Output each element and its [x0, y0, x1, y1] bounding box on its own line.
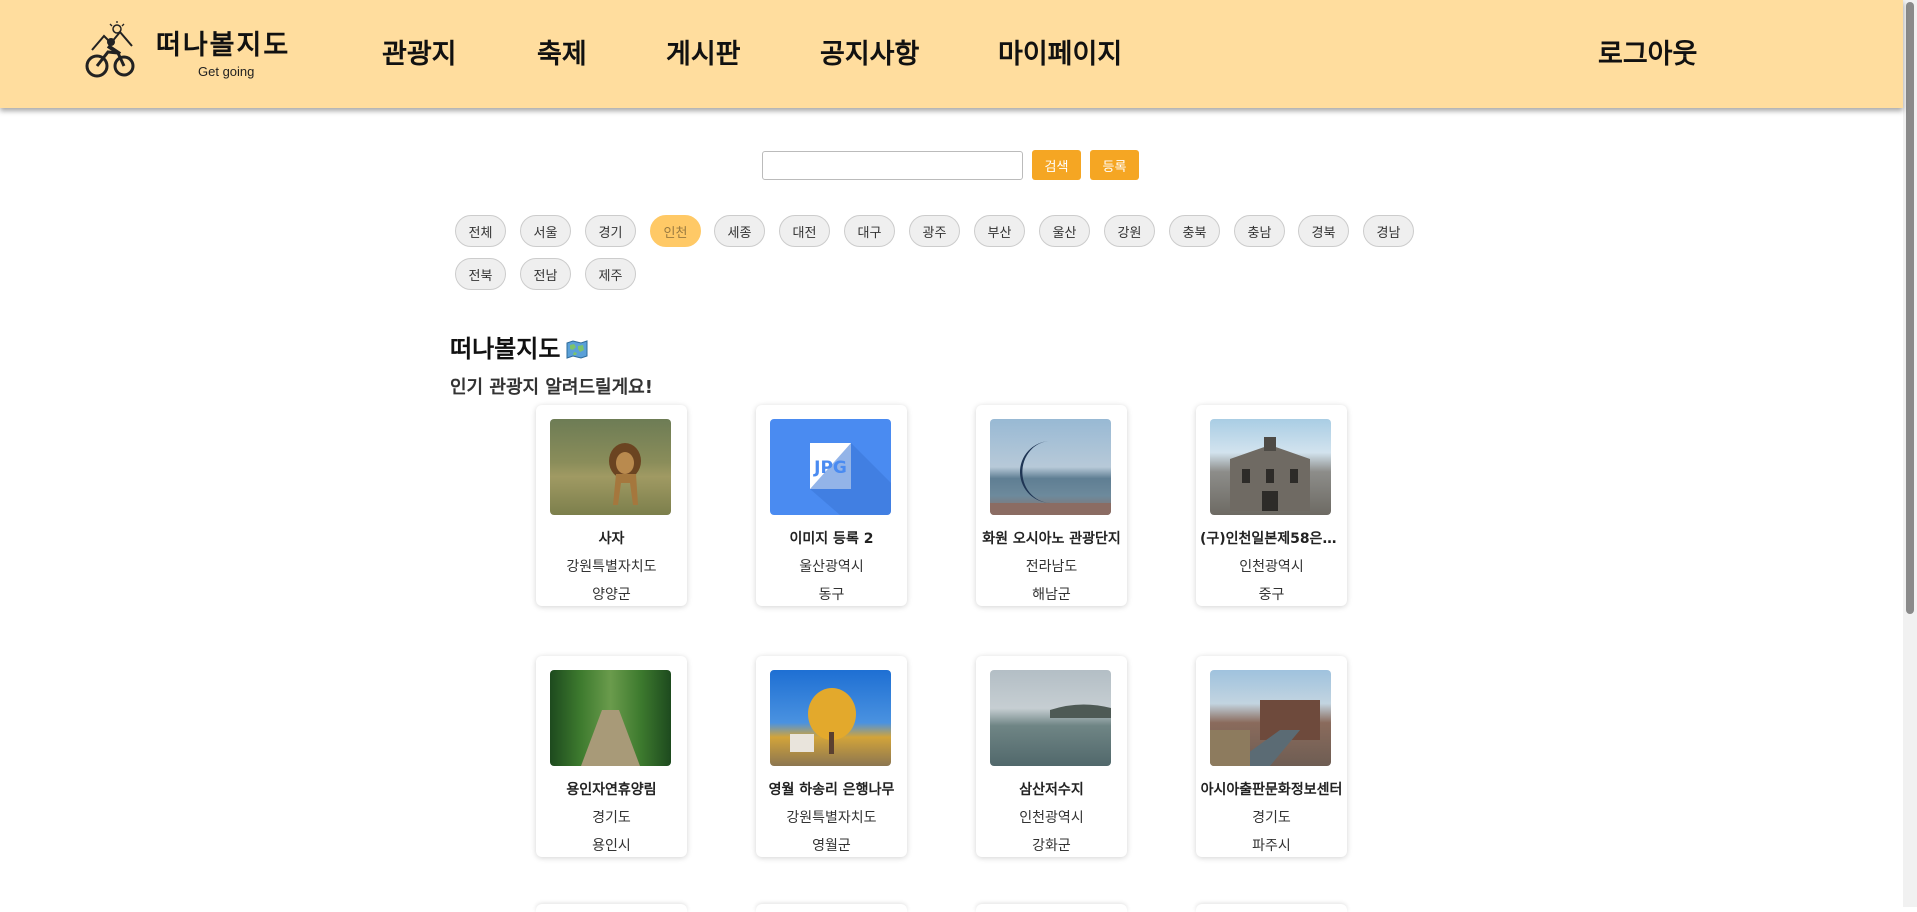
- region-chip-jeonnam[interactable]: 전남: [520, 258, 571, 290]
- card-name: 삼산저수지: [1019, 782, 1084, 798]
- nav-board[interactable]: 게시판: [666, 32, 741, 71]
- search-button[interactable]: 검색: [1032, 150, 1081, 180]
- attraction-card[interactable]: 사자 강원특별자치도 양양군: [536, 405, 687, 606]
- attraction-card[interactable]: 영월 하송리 은행나무 강원특별자치도 영월군: [756, 656, 907, 857]
- logo-text-group: 떠나볼지도 Get going: [156, 23, 290, 79]
- attraction-card[interactable]: (구)인천일본제58은행지점 인천광역시 중구: [1196, 405, 1347, 606]
- region-chip-gyeongnam[interactable]: 경남: [1363, 215, 1414, 247]
- region-chip-all[interactable]: 전체: [455, 215, 506, 247]
- region-chip-jeonbuk[interactable]: 전북: [455, 258, 506, 290]
- region-chip-ulsan[interactable]: 울산: [1039, 215, 1090, 247]
- card-district: 동구: [818, 587, 845, 603]
- top-header: 떠나볼지도 Get going 관광지 축제 게시판 공지사항 마이페이지 로그…: [0, 0, 1903, 108]
- card-name: 화원 오시아노 관광단지: [982, 531, 1121, 547]
- card-name: 이미지 등록 2: [789, 531, 874, 547]
- region-chip-busan[interactable]: 부산: [974, 215, 1025, 247]
- region-chip-gyeongbuk[interactable]: 경북: [1298, 215, 1349, 247]
- ginkgo-tree-photo: [770, 670, 891, 766]
- world-map-icon: [566, 337, 588, 359]
- region-chip-seoul[interactable]: 서울: [520, 215, 571, 247]
- region-chip-gangwon[interactable]: 강원: [1104, 215, 1155, 247]
- attraction-card-peek[interactable]: [536, 904, 687, 912]
- library-building-photo: [1210, 670, 1331, 766]
- site-logo[interactable]: 떠나볼지도 Get going: [84, 20, 294, 82]
- logo-title: 떠나볼지도: [156, 30, 291, 61]
- card-region: 전라남도: [1025, 559, 1078, 575]
- region-chip-sejong[interactable]: 세종: [714, 215, 765, 247]
- region-chip-daegu[interactable]: 대구: [844, 215, 895, 247]
- attraction-card[interactable]: 삼산저수지 인천광역시 강화군: [976, 656, 1127, 857]
- forest-path-photo: [550, 670, 671, 766]
- card-district: 용인시: [592, 838, 631, 854]
- card-region: 울산광역시: [799, 559, 864, 575]
- attraction-card[interactable]: 아시아출판문화정보센터 경기도 파주시: [1196, 656, 1347, 857]
- svg-text:JPG: JPG: [813, 458, 847, 478]
- region-chip-daejeon[interactable]: 대전: [779, 215, 830, 247]
- region-chip-chungnam[interactable]: 충남: [1234, 215, 1285, 247]
- card-region: 인천광역시: [1239, 559, 1304, 575]
- attraction-card[interactable]: 화원 오시아노 관광단지 전라남도 해남군: [976, 405, 1127, 606]
- region-chip-gyeonggi[interactable]: 경기: [585, 215, 636, 247]
- historic-building-photo: [1210, 419, 1331, 515]
- card-region: 강원특별자치도: [786, 810, 877, 826]
- region-chip-gwangju[interactable]: 광주: [909, 215, 960, 247]
- lake-photo: [990, 670, 1111, 766]
- card-region: 경기도: [592, 810, 631, 826]
- card-name: 용인자연휴양림: [566, 782, 657, 798]
- region-chip-incheon[interactable]: 인천: [650, 215, 701, 247]
- attraction-card[interactable]: 용인자연휴양림 경기도 용인시: [536, 656, 687, 857]
- page-subtitle: 인기 관광지 알려드릴게요!: [450, 377, 653, 398]
- logo-subtitle: Get going: [198, 64, 255, 79]
- card-district: 강화군: [1032, 838, 1071, 854]
- nav-attractions[interactable]: 관광지: [382, 32, 457, 71]
- nav-mypage[interactable]: 마이페이지: [998, 32, 1122, 71]
- card-name: 아시아출판문화정보센터: [1200, 782, 1343, 798]
- register-button[interactable]: 등록: [1090, 150, 1139, 180]
- cyclist-logo-icon: [85, 21, 135, 78]
- moon-sculpture-photo: [990, 419, 1111, 515]
- nav-notices[interactable]: 공지사항: [820, 32, 919, 71]
- search-input[interactable]: [762, 150, 1023, 180]
- attraction-card-peek[interactable]: [1196, 904, 1347, 912]
- nav-festivals[interactable]: 축제: [537, 32, 587, 71]
- jpg-file-icon: JPG: [770, 419, 891, 515]
- card-district: 중구: [1258, 587, 1285, 603]
- region-chip-jeju[interactable]: 제주: [585, 258, 636, 290]
- scrollbar-thumb[interactable]: [1906, 2, 1914, 614]
- vertical-scrollbar[interactable]: [1903, 0, 1917, 907]
- card-name: (구)인천일본제58은행지점: [1200, 531, 1343, 547]
- card-district: 파주시: [1252, 838, 1291, 854]
- card-district: 해남군: [1032, 587, 1071, 603]
- attraction-card-peek[interactable]: [976, 904, 1127, 912]
- card-region: 인천광역시: [1019, 810, 1084, 826]
- page-title: 떠나볼지도: [450, 329, 588, 364]
- card-district: 양양군: [592, 587, 631, 603]
- attraction-card-peek[interactable]: [756, 904, 907, 912]
- page-title-text: 떠나볼지도: [450, 335, 561, 363]
- logout-link[interactable]: 로그아웃: [1598, 32, 1697, 71]
- card-region: 강원특별자치도: [566, 559, 657, 575]
- card-region: 경기도: [1252, 810, 1291, 826]
- card-name: 사자: [598, 531, 625, 547]
- card-district: 영월군: [812, 838, 851, 854]
- lion-photo: [550, 419, 671, 515]
- region-chip-chungbuk[interactable]: 충북: [1169, 215, 1220, 247]
- card-name: 영월 하송리 은행나무: [768, 782, 895, 798]
- attraction-card[interactable]: JPG 이미지 등록 2 울산광역시 동구: [756, 405, 907, 606]
- search-bar: 검색 등록: [762, 150, 1139, 180]
